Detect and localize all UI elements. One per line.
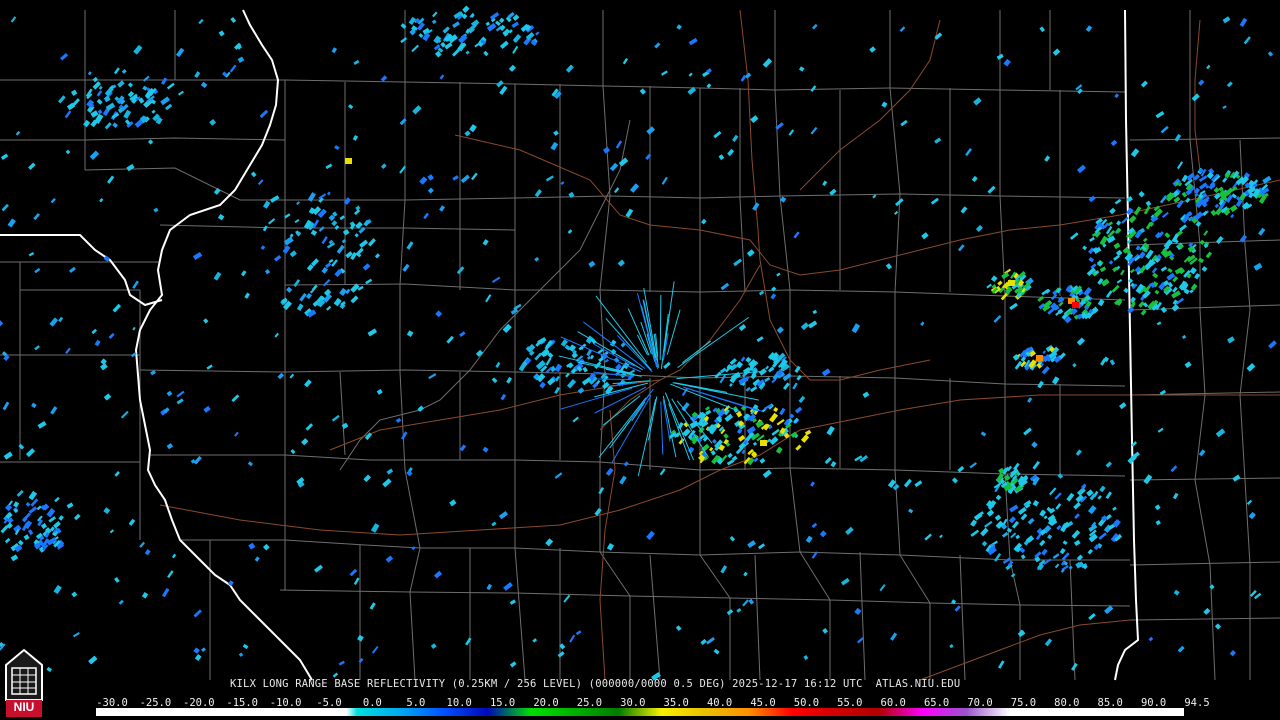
radar-map	[0, 0, 1280, 720]
product-caption: KILX LONG RANGE BASE REFLECTIVITY (0.25K…	[230, 678, 961, 690]
scale-label: 94.5	[1184, 697, 1210, 709]
reflectivity-colorbar	[96, 708, 1184, 716]
